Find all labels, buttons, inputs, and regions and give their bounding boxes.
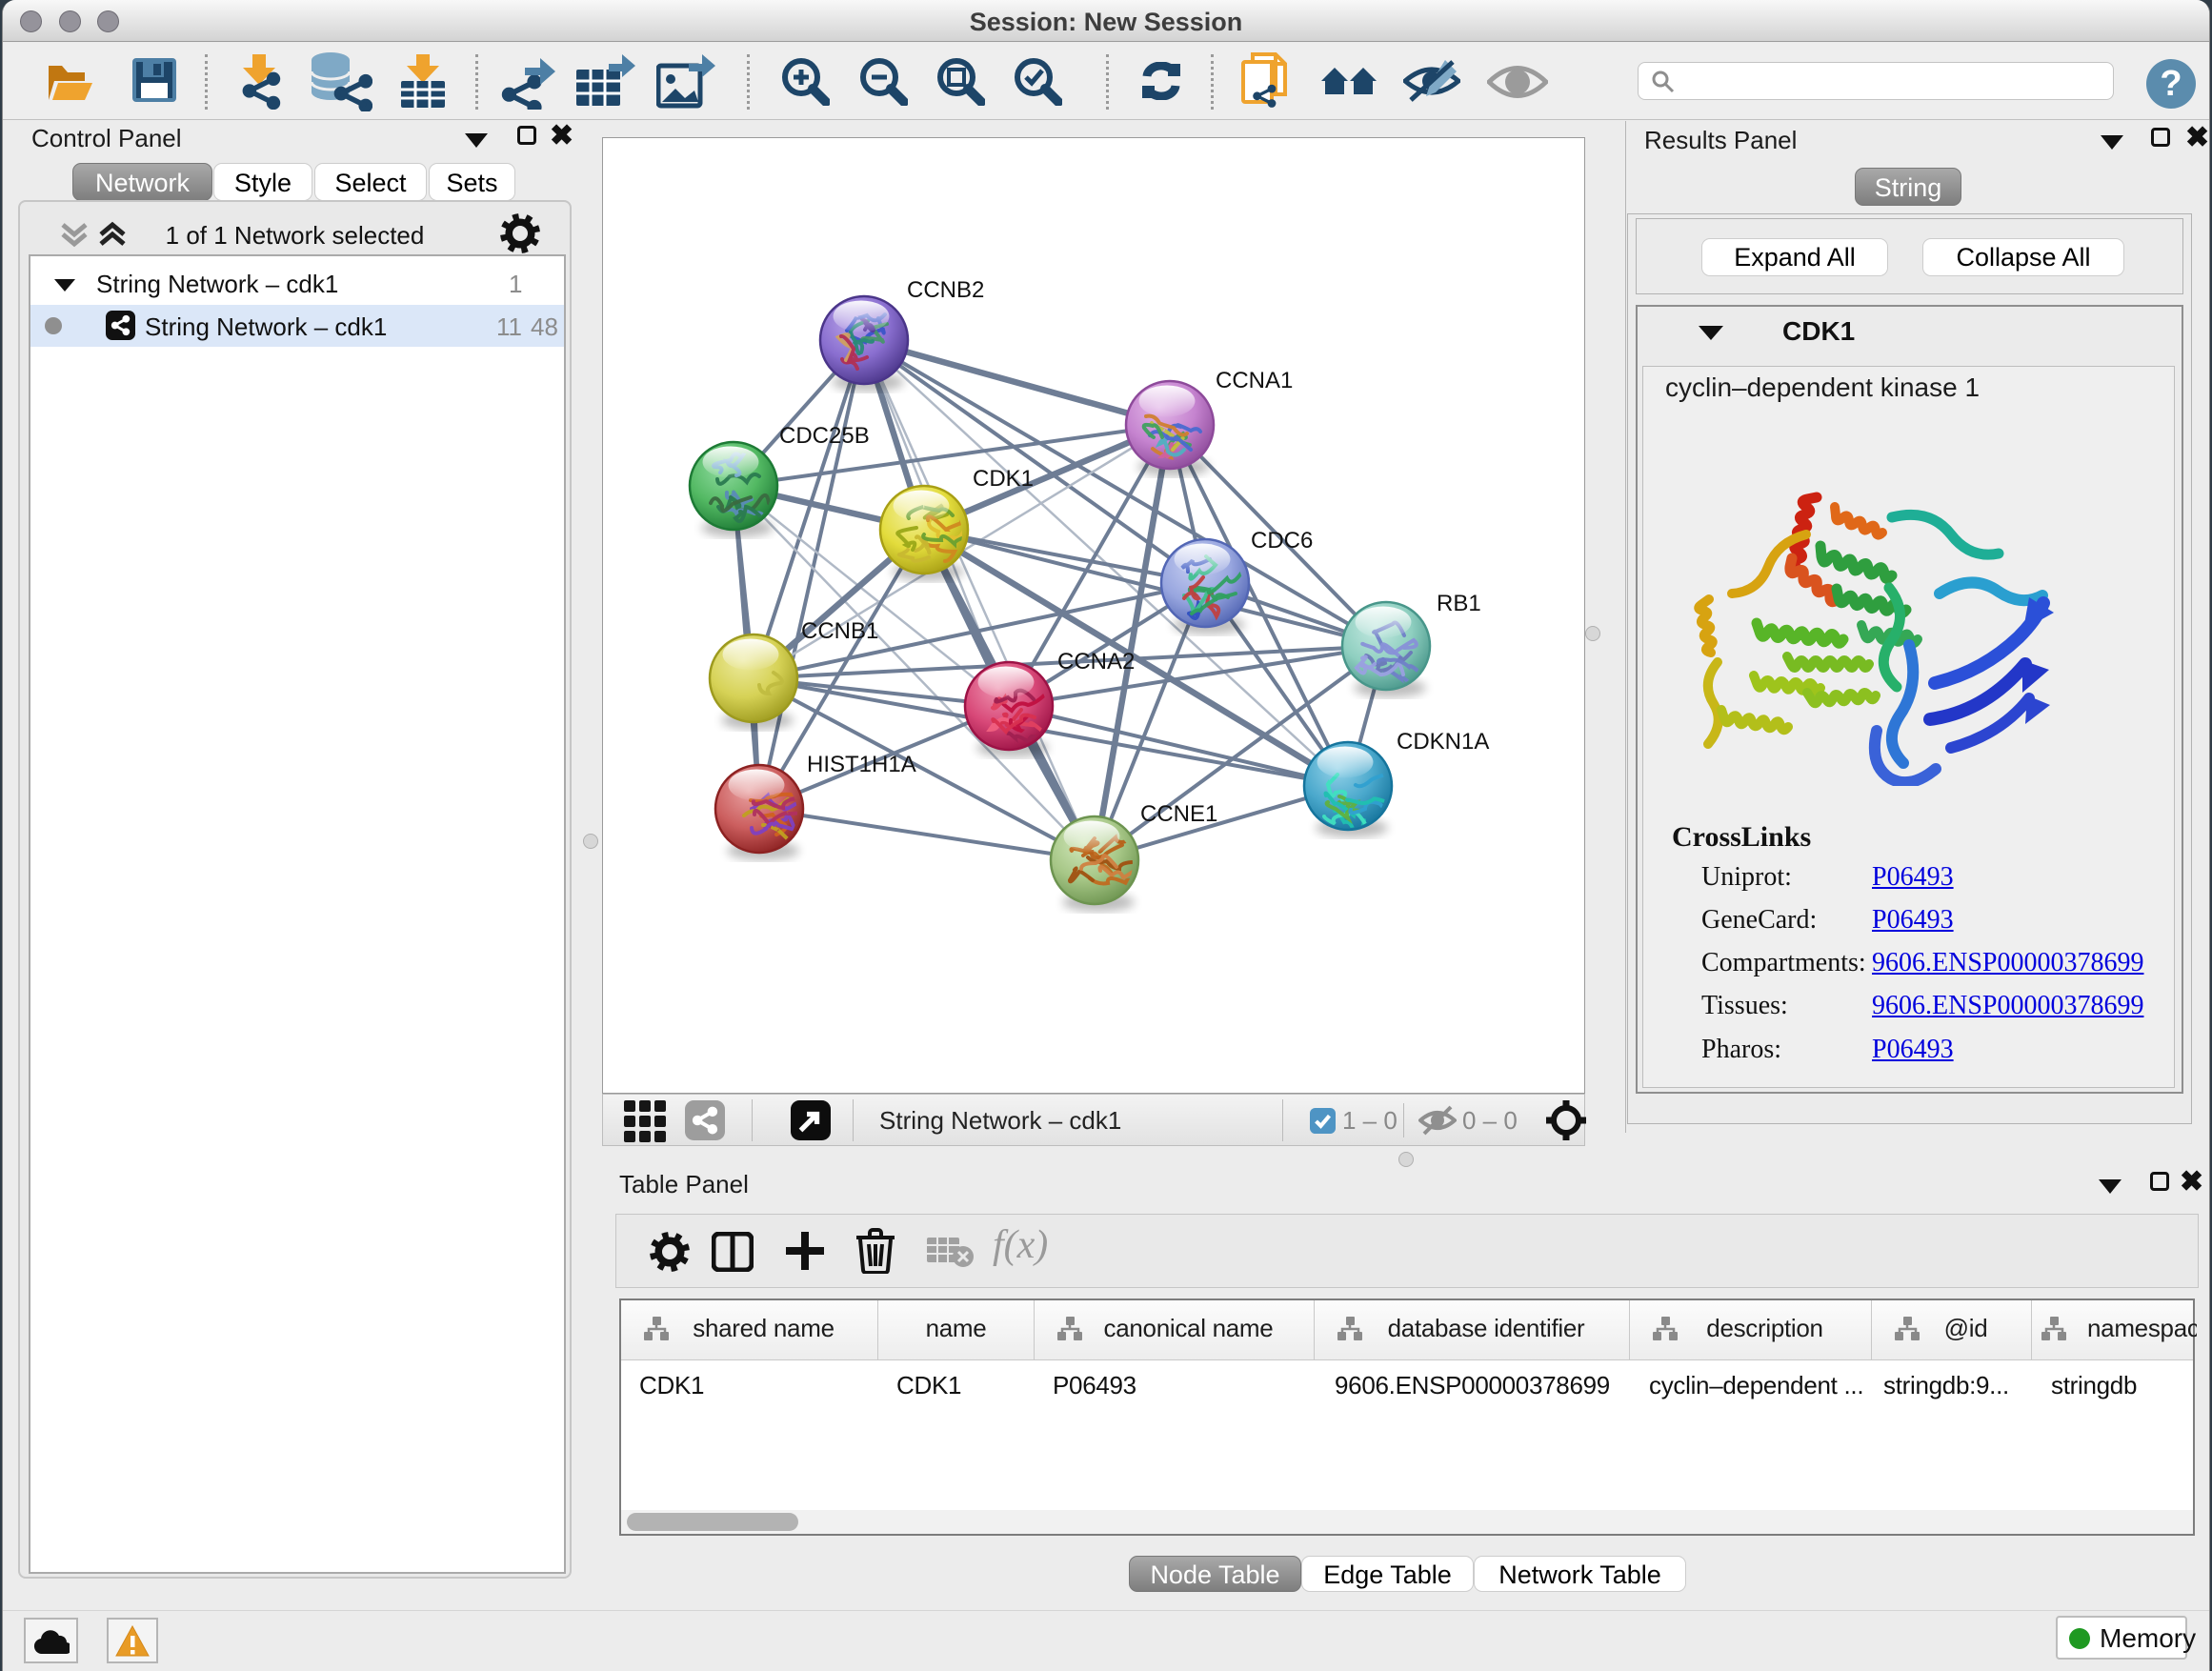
svg-text:CDC6: CDC6 <box>1251 528 1313 554</box>
svg-text:CCNE1: CCNE1 <box>1140 801 1217 827</box>
svg-text:CCNB2: CCNB2 <box>907 277 984 303</box>
svg-text:CDC25B: CDC25B <box>779 423 870 449</box>
svg-text:HIST1H1A: HIST1H1A <box>807 752 916 777</box>
svg-text:CCNA1: CCNA1 <box>1216 368 1293 393</box>
svg-text:RB1: RB1 <box>1437 591 1481 616</box>
svg-text:CDK1: CDK1 <box>973 466 1034 492</box>
svg-text:CCNB1: CCNB1 <box>801 618 878 644</box>
svg-text:CDKN1A: CDKN1A <box>1397 729 1489 755</box>
svg-text:CCNA2: CCNA2 <box>1057 649 1135 674</box>
